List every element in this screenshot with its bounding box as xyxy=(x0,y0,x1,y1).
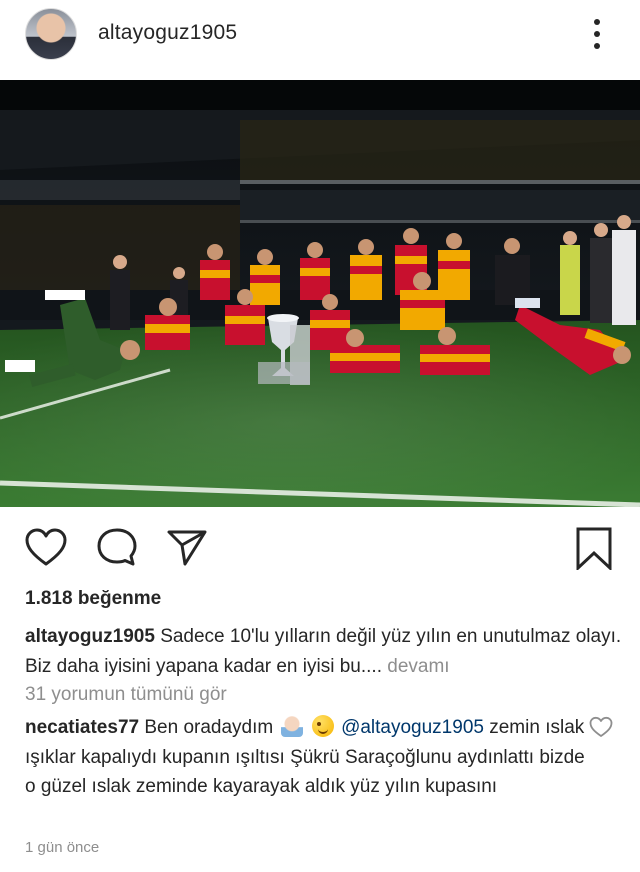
comment-username[interactable]: necatiates77 xyxy=(25,717,139,738)
post-header: altayoguz1905 xyxy=(0,0,640,70)
profile-avatar[interactable] xyxy=(25,8,77,60)
post-username[interactable]: altayoguz1905 xyxy=(98,21,237,45)
paper-plane-icon[interactable] xyxy=(165,526,209,570)
heart-icon[interactable] xyxy=(24,526,68,570)
likes-count[interactable]: 1.818 beğenme xyxy=(25,588,161,610)
comment-text-before: Ben oradaydım xyxy=(144,717,274,738)
post-caption: altayoguz1905 Sadece 10'lu yılların deği… xyxy=(25,622,625,682)
winking-face-emoji-icon xyxy=(311,715,334,737)
comment-like-heart-icon[interactable] xyxy=(589,716,613,738)
speech-bubble-icon[interactable] xyxy=(95,526,139,570)
caption-username[interactable]: altayoguz1905 xyxy=(25,626,155,647)
caption-more-link[interactable]: devamı xyxy=(387,656,449,677)
comment-mention[interactable]: @altayoguz1905 xyxy=(341,717,484,738)
post-photo[interactable] xyxy=(0,80,640,507)
bookmark-icon[interactable] xyxy=(572,526,616,572)
man-technologist-emoji-icon xyxy=(280,715,303,737)
view-all-comments-link[interactable]: 31 yorumun tümünü gör xyxy=(25,684,227,706)
more-options-icon[interactable] xyxy=(585,17,609,51)
post-timestamp: 1 gün önce xyxy=(25,839,100,856)
post-action-bar xyxy=(0,520,640,572)
comment-item: necatiates77 Ben oradaydım @altayoguz190… xyxy=(25,713,585,802)
